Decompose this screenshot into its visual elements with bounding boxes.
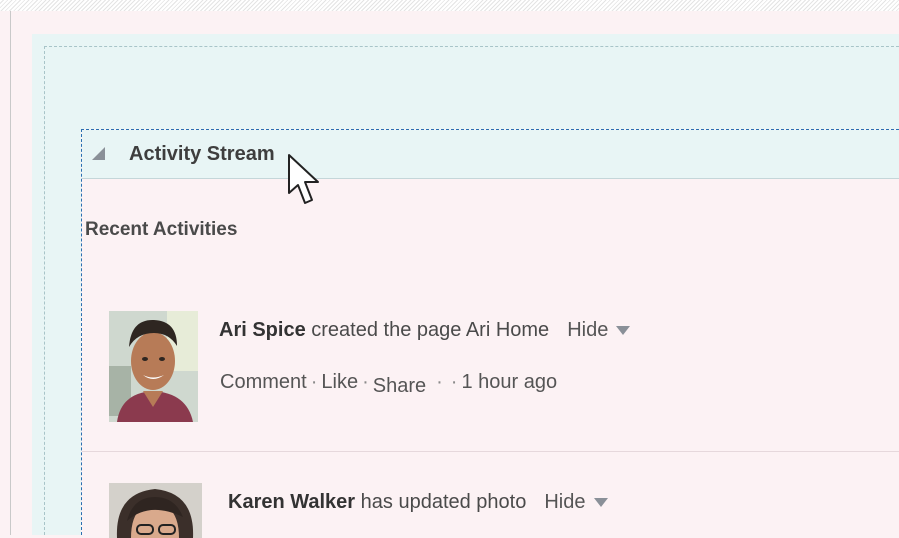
hide-link[interactable]: Hide <box>567 319 608 341</box>
comment-link[interactable]: Comment <box>220 371 307 393</box>
activity-divider <box>82 451 899 452</box>
user-avatar[interactable] <box>109 311 198 422</box>
chevron-down-icon[interactable] <box>593 498 608 508</box>
meta-separator: · <box>310 371 318 393</box>
activity-summary: Ari Spice created the page Ari Home Hide <box>219 319 631 342</box>
actor-name-link[interactable]: Karen Walker <box>228 491 355 513</box>
like-link[interactable]: Like <box>321 371 358 393</box>
portlet-title: Activity Stream <box>129 143 275 165</box>
avatar-photo-icon <box>109 311 198 422</box>
meta-separator: · <box>450 371 458 393</box>
actor-name-link[interactable]: Ari Spice <box>219 319 306 341</box>
share-link[interactable]: Share <box>373 375 426 397</box>
top-pattern-strip <box>0 0 899 11</box>
left-border-line <box>10 11 11 535</box>
activity-action-text: has updated photo <box>355 491 527 513</box>
section-title: Recent Activities <box>85 219 238 240</box>
activity-summary: Karen Walker has updated photo Hide <box>228 491 608 514</box>
user-avatar[interactable] <box>109 483 202 538</box>
meta-separator: · <box>362 371 369 393</box>
avatar-photo-icon <box>109 483 202 538</box>
portlet-header[interactable]: Activity Stream <box>82 130 899 179</box>
chevron-down-icon[interactable] <box>616 326 631 336</box>
activity-action-text: created the page Ari Home <box>305 319 550 341</box>
activity-meta: Comment · Like · Share · · 1 hour ago <box>220 371 558 397</box>
activity-stream-portlet[interactable]: Activity Stream Recent Activities Ari Sp… <box>81 129 899 538</box>
collapse-triangle-icon[interactable] <box>92 147 105 160</box>
activity-timestamp: 1 hour ago <box>461 371 558 393</box>
hide-link[interactable]: Hide <box>544 491 585 513</box>
meta-separator: · <box>436 371 443 393</box>
